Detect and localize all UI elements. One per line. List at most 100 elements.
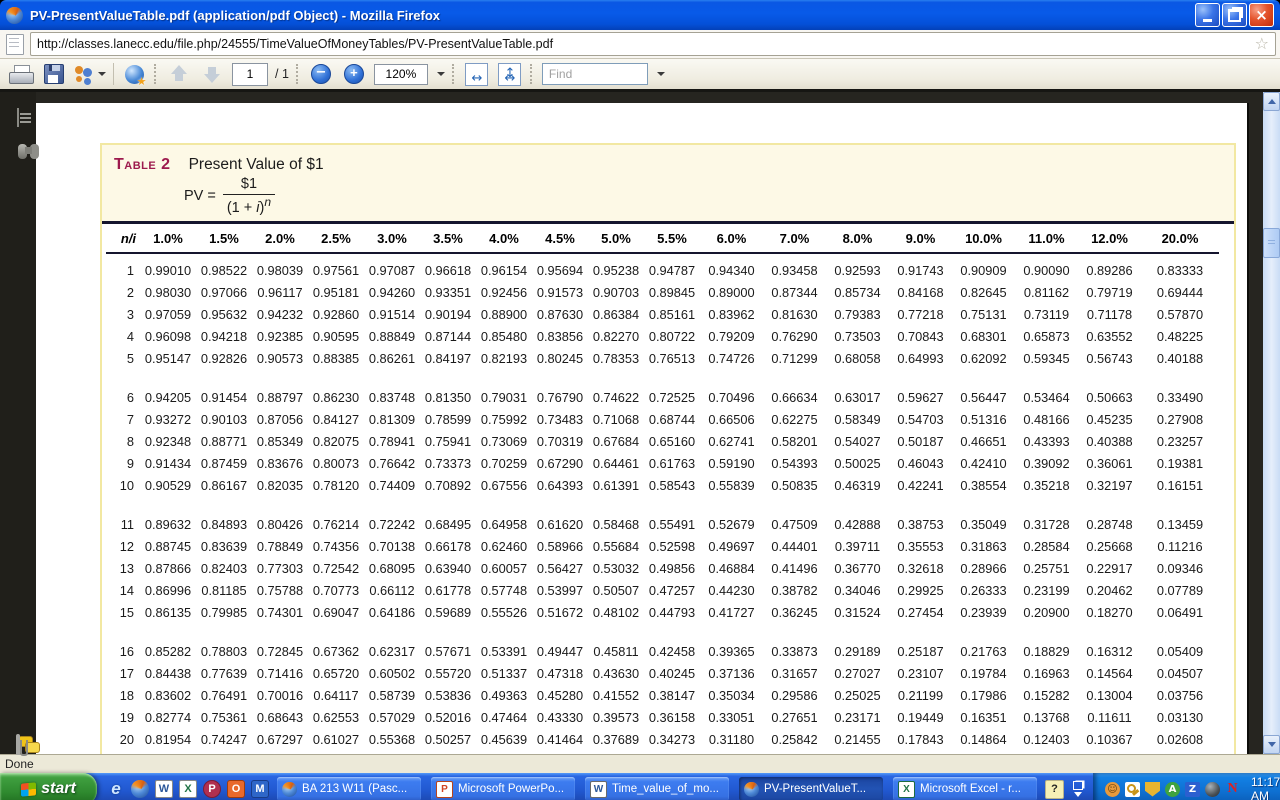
pv-cell: 0.68643 bbox=[252, 706, 308, 728]
period-cell: 13 bbox=[106, 557, 140, 579]
title-bar[interactable]: PV-PresentValueTable.pdf (application/pd… bbox=[0, 0, 1280, 30]
pv-cell: 0.28966 bbox=[952, 557, 1015, 579]
antivirus-tray-icon[interactable]: A bbox=[1165, 782, 1180, 797]
pv-cell: 0.90703 bbox=[588, 281, 644, 303]
zoom-out-button[interactable]: − bbox=[308, 61, 334, 87]
document-canvas[interactable]: Table 2 Present Value of $1 PV = $1 (1 +… bbox=[36, 92, 1263, 754]
taskbar-task-button[interactable]: PV-PresentValueT... bbox=[739, 777, 883, 800]
task-button-strip: BA 213 W11 (Pasc... PMicrosoft PowerPo...… bbox=[277, 773, 1037, 800]
pv-cell: 0.56427 bbox=[532, 557, 588, 579]
pv-cell: 0.64958 bbox=[476, 513, 532, 535]
page-favicon-icon bbox=[6, 34, 24, 55]
pv-cell: 0.75788 bbox=[252, 579, 308, 601]
taskbar-task-button[interactable]: BA 213 W11 (Pasc... bbox=[277, 777, 421, 800]
fit-page-button[interactable]: ↔↕ bbox=[497, 61, 523, 87]
pv-cell: 0.64186 bbox=[364, 601, 420, 623]
language-bar-icon[interactable]: ? bbox=[1045, 780, 1064, 799]
zoom-level-select[interactable]: 120% bbox=[374, 64, 428, 85]
pv-cell: 0.95238 bbox=[588, 253, 644, 281]
pv-cell: 0.70496 bbox=[700, 386, 763, 408]
zoom-in-button[interactable]: + bbox=[341, 61, 367, 87]
pv-cell: 0.83856 bbox=[532, 325, 588, 347]
close-button[interactable]: × bbox=[1249, 3, 1274, 27]
minimize-button[interactable] bbox=[1195, 3, 1220, 27]
pv-cell: 0.72845 bbox=[252, 640, 308, 662]
pv-cell: 0.82075 bbox=[308, 430, 364, 452]
vertical-scrollbar[interactable] bbox=[1263, 92, 1280, 754]
pv-cell: 0.91434 bbox=[140, 452, 196, 474]
task-label: Microsoft Excel - r... bbox=[920, 783, 1021, 795]
pv-cell: 0.33873 bbox=[763, 640, 826, 662]
scroll-up-button[interactable] bbox=[1263, 92, 1280, 111]
find-options-caret-icon[interactable] bbox=[657, 72, 665, 76]
messenger-icon[interactable]: M bbox=[251, 780, 269, 798]
taskbar-task-button[interactable]: PMicrosoft PowerPo... bbox=[431, 777, 575, 800]
rate-header: 4.5% bbox=[532, 224, 588, 253]
pv-cell: 0.33490 bbox=[1141, 386, 1219, 408]
pv-cell: 0.54393 bbox=[763, 452, 826, 474]
web-tools-button[interactable] bbox=[121, 61, 147, 87]
norton-tray-icon[interactable]: N bbox=[1225, 782, 1240, 797]
start-button[interactable]: start bbox=[0, 773, 97, 800]
pv-cell: 0.93272 bbox=[140, 408, 196, 430]
find-field-frame[interactable] bbox=[542, 63, 648, 85]
pv-cell: 0.36061 bbox=[1078, 452, 1141, 474]
pv-cell: 0.70259 bbox=[476, 452, 532, 474]
next-page-button[interactable] bbox=[199, 61, 225, 87]
pv-cell: 0.66506 bbox=[700, 408, 763, 430]
scroll-down-button[interactable] bbox=[1263, 735, 1280, 754]
excel-icon[interactable]: X bbox=[179, 780, 197, 798]
url-input[interactable] bbox=[35, 36, 1255, 52]
rate-header: 20.0% bbox=[1141, 224, 1219, 253]
powerpoint-icon[interactable]: P bbox=[203, 780, 221, 798]
pv-cell: 0.85734 bbox=[826, 281, 889, 303]
pv-cell: 0.62092 bbox=[952, 347, 1015, 369]
print-button[interactable] bbox=[8, 61, 34, 87]
messenger-tray-icon[interactable]: ☺ bbox=[1105, 782, 1120, 797]
globe-tray-icon[interactable] bbox=[1205, 782, 1220, 797]
outlook-icon[interactable]: O bbox=[227, 780, 245, 798]
formula-numerator: $1 bbox=[233, 176, 265, 194]
firefox-icon[interactable] bbox=[131, 780, 149, 798]
taskbar-task-button[interactable]: WTime_value_of_mo... bbox=[585, 777, 729, 800]
hidden-icons-chevron[interactable] bbox=[1071, 780, 1085, 798]
url-field-frame[interactable]: ☆ bbox=[30, 32, 1276, 56]
shield-tray-icon[interactable] bbox=[1145, 782, 1160, 797]
fit-width-button[interactable]: ↔ bbox=[464, 61, 490, 87]
pv-cell: 0.73373 bbox=[420, 452, 476, 474]
pv-cell: 0.37136 bbox=[700, 662, 763, 684]
pv-row: 180.836020.764910.700160.641170.587390.5… bbox=[106, 684, 1219, 706]
excel-icon: X bbox=[898, 781, 915, 798]
pv-cell: 0.94340 bbox=[700, 253, 763, 281]
windows-flag-icon bbox=[21, 782, 36, 796]
scrollbar-thumb[interactable] bbox=[1263, 228, 1280, 258]
restore-button[interactable] bbox=[1222, 3, 1247, 27]
previous-page-button[interactable] bbox=[166, 61, 192, 87]
taskbar-clock[interactable]: 11:17 AM bbox=[1251, 775, 1280, 800]
period-cell: 7 bbox=[106, 408, 140, 430]
pv-cell: 0.61763 bbox=[644, 452, 700, 474]
pv-cell: 0.59689 bbox=[420, 601, 476, 623]
bookmark-star-icon[interactable]: ☆ bbox=[1255, 36, 1269, 52]
zoom-dropdown-caret-icon[interactable] bbox=[437, 72, 445, 76]
pv-cell: 0.47464 bbox=[476, 706, 532, 728]
page-number-input[interactable] bbox=[232, 63, 268, 86]
find-input[interactable] bbox=[547, 66, 643, 82]
collaborate-button[interactable] bbox=[74, 61, 106, 87]
attachments-panel-button[interactable] bbox=[16, 736, 20, 754]
scrollbar-track[interactable] bbox=[1263, 111, 1280, 735]
pv-row: 40.960980.942180.923850.905950.888490.87… bbox=[106, 325, 1219, 347]
word-icon[interactable]: W bbox=[155, 780, 173, 798]
pv-cell: 0.14864 bbox=[952, 728, 1015, 750]
key-security-tray-icon[interactable] bbox=[1125, 782, 1140, 797]
taskbar-task-button[interactable]: X Microsoft Excel - r... bbox=[893, 777, 1037, 800]
taskbar: start eWXPOM BA 213 W11 (Pasc...PMicroso… bbox=[0, 773, 1280, 800]
pv-cell: 0.87344 bbox=[763, 281, 826, 303]
internet-explorer-icon[interactable]: e bbox=[107, 780, 125, 798]
pv-cell: 0.96117 bbox=[252, 281, 308, 303]
save-button[interactable] bbox=[41, 61, 67, 87]
pv-cell: 0.52598 bbox=[644, 535, 700, 557]
pv-cell: 0.96154 bbox=[476, 253, 532, 281]
pages-panel-button[interactable] bbox=[17, 109, 19, 127]
z-app-tray-icon[interactable]: Z bbox=[1185, 782, 1200, 797]
